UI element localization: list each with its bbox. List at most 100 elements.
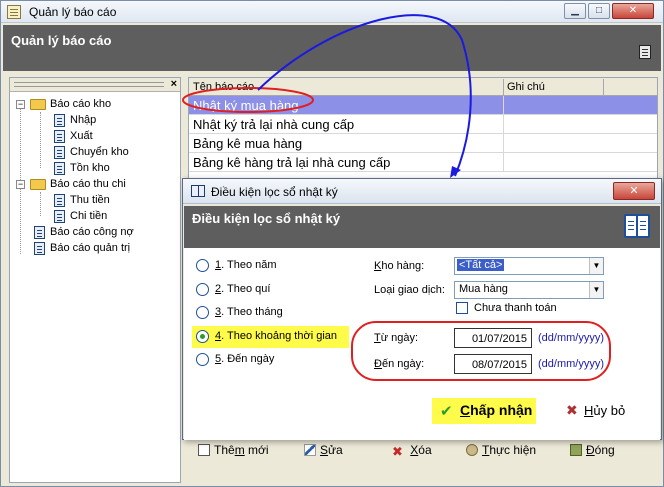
report-name-cell: Nhật ký trả lại nhà cung cấp [193, 117, 355, 132]
label-text: iao dịch: [403, 284, 445, 296]
tree-node-label: Báo cáo công nợ [50, 226, 134, 238]
tree-panel-header: × [10, 78, 180, 92]
radio-button[interactable] [196, 306, 209, 319]
option-text: . Theo năm [221, 259, 277, 271]
tree-node-chuyen-kho[interactable]: Chuyển kho [16, 144, 180, 160]
label-text: hấp nhận [470, 402, 533, 418]
den-ngay-input[interactable] [454, 354, 532, 374]
column-header-name[interactable]: Tên báo cáo [193, 81, 254, 93]
dialog-header: Điều kiện lọc sổ nhật ký [184, 206, 660, 248]
label-text: ủy bỏ [593, 403, 626, 418]
option-text: . Theo quí [221, 283, 271, 295]
collapse-toggle[interactable]: − [16, 100, 25, 109]
table-row[interactable]: Nhật ký mua hàng [189, 96, 657, 115]
tree-node-bao-cao-kho[interactable]: − Báo cáo kho [16, 96, 180, 112]
dialog-titlebar: Điều kiện lọc sổ nhật ký ✕ [183, 179, 661, 204]
option-label: 1. Theo năm [215, 259, 277, 271]
minimize-button[interactable]: ▁ [564, 3, 586, 19]
check-icon: ✔ [440, 403, 453, 420]
radio-button[interactable] [196, 259, 209, 272]
tree-node-bao-cao-thu-chi[interactable]: − Báo cáo thu chi [16, 176, 180, 192]
exit-icon [570, 444, 582, 456]
report-doc-icon [54, 114, 65, 127]
dialog-body: 1. Theo năm 2. Theo quí 3. Theo tháng 4.… [184, 248, 660, 440]
label-text: ừ ngày: [380, 332, 419, 344]
column-divider[interactable] [503, 79, 504, 95]
main-titlebar: Quản lý báo cáo ▁ □ ✕ [1, 1, 663, 23]
run-button[interactable]: Thực hiện [466, 443, 536, 461]
button-label: Chấp nhận [460, 402, 532, 418]
app-icon [7, 5, 21, 19]
option-text: . Theo khoảng thời gian [221, 330, 337, 342]
dialog-title: Điều kiện lọc sổ nhật ký [211, 185, 338, 199]
accelerator-key: m [234, 443, 245, 457]
loai-giao-dich-label: Loại giao dịch: [374, 284, 445, 296]
column-divider[interactable] [603, 79, 604, 95]
radio-button[interactable] [196, 283, 209, 296]
dropdown-arrow-icon[interactable]: ▼ [589, 282, 603, 298]
button-label: hực hiện [489, 443, 537, 457]
close-button[interactable]: ✕ [612, 3, 654, 19]
edit-pencil-icon [304, 444, 316, 456]
tree-node-label: Thu tiền [70, 194, 110, 206]
report-name-cell: Nhật ký mua hàng [193, 98, 299, 113]
accelerator-key: S [320, 443, 329, 457]
edit-button[interactable]: Sửa [304, 443, 343, 461]
panel-close-button[interactable]: × [171, 78, 177, 90]
tree-node-xuat[interactable]: Xuất [16, 128, 180, 144]
button-label: ửa [328, 443, 343, 457]
tree-node-label: Chi tiền [70, 210, 108, 222]
tree-node-label: Nhập [70, 114, 97, 126]
table-row[interactable]: Bảng kê hàng trả lại nhà cung cấp [189, 153, 657, 172]
close-form-button[interactable]: Đóng [570, 443, 615, 461]
chua-thanh-toan-checkbox[interactable] [456, 302, 468, 314]
loai-giao-dich-select[interactable]: Mua hàng ▼ [454, 281, 604, 299]
tree-node-chi-tien[interactable]: Chi tiền [16, 208, 180, 224]
option-label: 3. Theo tháng [215, 306, 283, 318]
book-icon [191, 185, 205, 197]
accelerator-key: T [374, 332, 381, 344]
tree-node-label: Báo cáo thu chi [50, 178, 126, 190]
folder-icon [30, 179, 46, 190]
combo-value: Mua hàng [459, 283, 508, 295]
radio-button-checked[interactable] [196, 330, 209, 343]
kho-hang-select[interactable]: <Tất cả> ▼ [454, 257, 604, 275]
accept-button[interactable]: ✔ Chấp nhận [432, 398, 536, 424]
tree-node-label: Tồn kho [70, 162, 110, 174]
cancel-x-icon: ✖ [566, 402, 578, 418]
cell-divider [503, 96, 504, 115]
table-row[interactable]: Bảng kê mua hàng [189, 134, 657, 153]
tree-node-bao-cao-quan-tri[interactable]: Báo cáo quản trị [16, 240, 180, 256]
report-doc-icon [54, 210, 65, 223]
dialog-header-title: Điều kiện lọc sổ nhật ký [192, 211, 341, 226]
folder-icon [30, 99, 46, 110]
button-label: óa [418, 443, 432, 457]
report-icon [639, 45, 651, 59]
report-name-cell: Bảng kê hàng trả lại nhà cung cấp [193, 155, 391, 170]
accelerator-key: H [584, 403, 594, 418]
tree-node-bao-cao-cong-no[interactable]: Báo cáo công nợ [16, 224, 180, 240]
dropdown-arrow-icon[interactable]: ▼ [589, 258, 603, 274]
radio-button[interactable] [196, 353, 209, 366]
report-name-cell: Bảng kê mua hàng [193, 136, 303, 151]
maximize-button[interactable]: □ [588, 3, 610, 19]
cell-divider [503, 153, 504, 172]
column-header-note[interactable]: Ghi chú [507, 81, 545, 93]
date-format-hint: (dd/mm/yyyy) [538, 358, 604, 370]
tree-node-nhap[interactable]: Nhập [16, 112, 180, 128]
dialog-close-button[interactable]: ✕ [613, 182, 655, 200]
delete-button[interactable]: ✖ Xóa [392, 443, 432, 461]
option-text: . Đến ngày [221, 353, 275, 365]
collapse-toggle[interactable]: − [16, 180, 25, 189]
tree-node-ton-kho[interactable]: Tồn kho [16, 160, 180, 176]
accelerator-key: Đ [586, 443, 595, 457]
add-new-button[interactable]: Thêm mới [198, 443, 269, 461]
table-row[interactable]: Nhật ký trả lại nhà cung cấp [189, 115, 657, 134]
tree-node-thu-tien[interactable]: Thu tiền [16, 192, 180, 208]
button-label: mới [244, 443, 269, 457]
tu-ngay-input[interactable] [454, 328, 532, 348]
delete-x-icon: ✖ [392, 444, 403, 459]
label-text: ho hàng: [381, 260, 425, 272]
button-label: Hủy bỏ [584, 403, 625, 418]
panel-grip[interactable] [14, 82, 164, 87]
